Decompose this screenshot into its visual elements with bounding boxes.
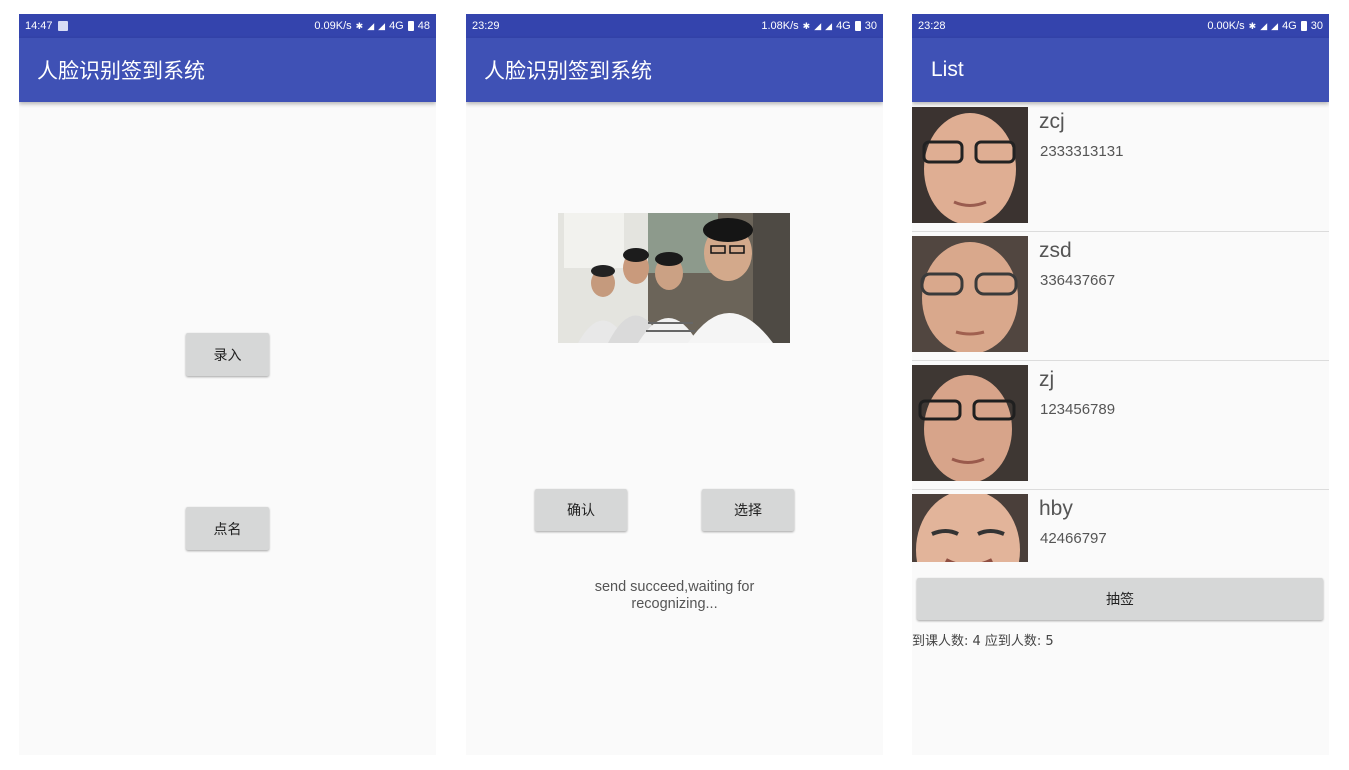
confirm-button[interactable]: 确认 bbox=[535, 489, 627, 531]
list-item[interactable]: hby 42466797 bbox=[912, 490, 1329, 562]
student-id: 42466797 bbox=[1040, 530, 1107, 547]
student-name: zj bbox=[1039, 368, 1055, 391]
signal-icon: ◢ bbox=[814, 20, 822, 31]
signal-icon: ◢ bbox=[1271, 20, 1279, 31]
app-title: 人脸识别签到系统 bbox=[484, 59, 652, 83]
network-type: 4G bbox=[836, 20, 851, 32]
status-bar: 14:47 0.09K/s ✱ ◢ ◢ 4G 48 bbox=[19, 14, 436, 38]
app-title: List bbox=[931, 58, 964, 81]
phone-screen-list: 23:28 0.00K/s ✱ ◢ ◢ 4G 30 List zcj 23333… bbox=[912, 14, 1329, 755]
face-photo bbox=[912, 107, 1028, 223]
status-message: send succeed,waiting for recognizing... bbox=[594, 579, 755, 612]
network-speed: 1.08K/s bbox=[761, 20, 799, 32]
signal-icon: ◢ bbox=[1260, 20, 1268, 31]
face-photo bbox=[912, 494, 1028, 562]
app-bar: List bbox=[912, 38, 1329, 102]
draw-lots-button[interactable]: 抽签 bbox=[917, 578, 1323, 620]
app-title: 人脸识别签到系统 bbox=[37, 59, 205, 83]
network-speed: 0.00K/s bbox=[1207, 20, 1245, 32]
student-name: hby bbox=[1039, 497, 1073, 520]
attendance-summary: 到课人数: 4 应到人数: 5 bbox=[912, 634, 1054, 649]
list-item[interactable]: zj 123456789 bbox=[912, 361, 1329, 490]
bluetooth-icon: ✱ bbox=[355, 20, 364, 31]
group-photo bbox=[558, 213, 790, 343]
phone-screen-recognize: 23:29 1.08K/s ✱ ◢ ◢ 4G 30 人脸识别签到系统 确认 选择… bbox=[466, 14, 883, 755]
student-name: zcj bbox=[1039, 110, 1065, 133]
face-photo bbox=[912, 365, 1028, 481]
student-name: zsd bbox=[1039, 239, 1072, 262]
rollcall-button[interactable]: 点名 bbox=[186, 507, 269, 550]
list-item[interactable]: zsd 336437667 bbox=[912, 232, 1329, 361]
signal-icon: ◢ bbox=[367, 20, 375, 31]
battery-level: 30 bbox=[864, 20, 877, 32]
app-bar: 人脸识别签到系统 bbox=[466, 38, 883, 102]
status-time: 14:47 bbox=[25, 20, 53, 32]
status-time: 23:29 bbox=[472, 20, 500, 32]
signal-icon: ◢ bbox=[825, 20, 833, 31]
network-speed: 0.09K/s bbox=[314, 20, 352, 32]
phone-screen-home: 14:47 0.09K/s ✱ ◢ ◢ 4G 48 人脸识别签到系统 录入 点名 bbox=[19, 14, 436, 755]
battery-icon bbox=[854, 21, 861, 31]
network-type: 4G bbox=[389, 20, 404, 32]
battery-icon bbox=[1300, 21, 1307, 31]
notification-icon bbox=[57, 21, 68, 31]
student-id: 2333313131 bbox=[1040, 143, 1124, 160]
bluetooth-icon: ✱ bbox=[1248, 20, 1257, 31]
student-list: zcj 2333313131 zsd 336437667 zj 12345678… bbox=[912, 103, 1329, 562]
enroll-button[interactable]: 录入 bbox=[186, 333, 269, 376]
signal-icon: ◢ bbox=[378, 20, 386, 31]
student-id: 336437667 bbox=[1040, 272, 1116, 289]
battery-level: 48 bbox=[417, 20, 430, 32]
app-bar: 人脸识别签到系统 bbox=[19, 38, 436, 102]
student-id: 123456789 bbox=[1040, 401, 1116, 418]
status-bar: 23:29 1.08K/s ✱ ◢ ◢ 4G 30 bbox=[466, 14, 883, 38]
list-item[interactable]: zcj 2333313131 bbox=[912, 103, 1329, 232]
battery-level: 30 bbox=[1310, 20, 1323, 32]
bluetooth-icon: ✱ bbox=[802, 20, 811, 31]
battery-icon bbox=[407, 21, 414, 31]
select-button[interactable]: 选择 bbox=[702, 489, 794, 531]
status-bar: 23:28 0.00K/s ✱ ◢ ◢ 4G 30 bbox=[912, 14, 1329, 38]
face-photo bbox=[912, 236, 1028, 352]
network-type: 4G bbox=[1282, 20, 1297, 32]
status-time: 23:28 bbox=[918, 20, 946, 32]
